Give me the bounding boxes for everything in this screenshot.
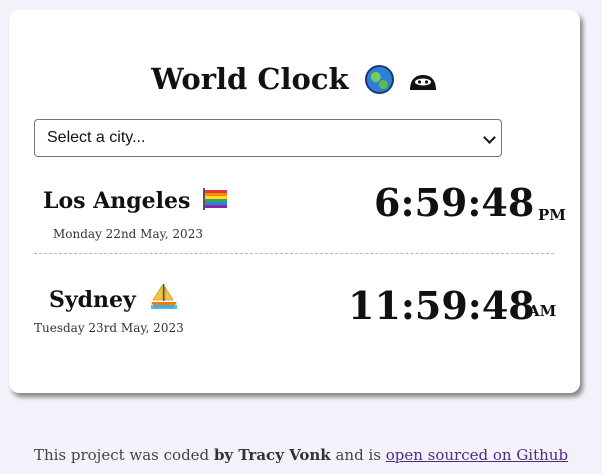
clock-row-los-angeles: Los Angeles Monday 22nd May, 2023 6:59:4…: [34, 175, 566, 254]
globe-icon: [364, 65, 394, 94]
clock-ampm: AM: [528, 302, 557, 320]
clock-ampm: PM: [538, 206, 566, 224]
rainbow-flag-icon: [203, 188, 228, 210]
clock-time: 11:59:48: [348, 283, 535, 328]
ninja-icon: [409, 75, 436, 90]
sailboat-icon: [150, 283, 177, 309]
city-name: Los Angeles: [43, 188, 228, 214]
clock-date: Tuesday 23rd May, 2023: [34, 321, 184, 335]
github-link[interactable]: open sourced on Github: [386, 446, 568, 464]
footer: This project was coded by Tracy Vonk and…: [0, 446, 602, 464]
title-text: World Clock: [151, 62, 349, 96]
footer-text: This project was coded: [33, 446, 214, 464]
chevron-down-icon: [483, 131, 496, 144]
clock-time: 6:59:48: [374, 180, 535, 225]
world-clock-card: World Clock Select a city... Los Angeles: [9, 10, 580, 393]
city-name: Sydney: [49, 283, 178, 313]
footer-text: and is: [330, 446, 386, 464]
clock-date: Monday 22nd May, 2023: [53, 227, 203, 241]
author-name: by Tracy Vonk: [213, 446, 331, 464]
clock-row-sydney: Sydney Tuesday 23rd May, 2023 11:59:48 A…: [34, 272, 557, 342]
city-select-value: Select a city...: [47, 129, 146, 146]
page-title: World Clock: [9, 62, 580, 96]
city-select[interactable]: Select a city...: [34, 119, 502, 157]
